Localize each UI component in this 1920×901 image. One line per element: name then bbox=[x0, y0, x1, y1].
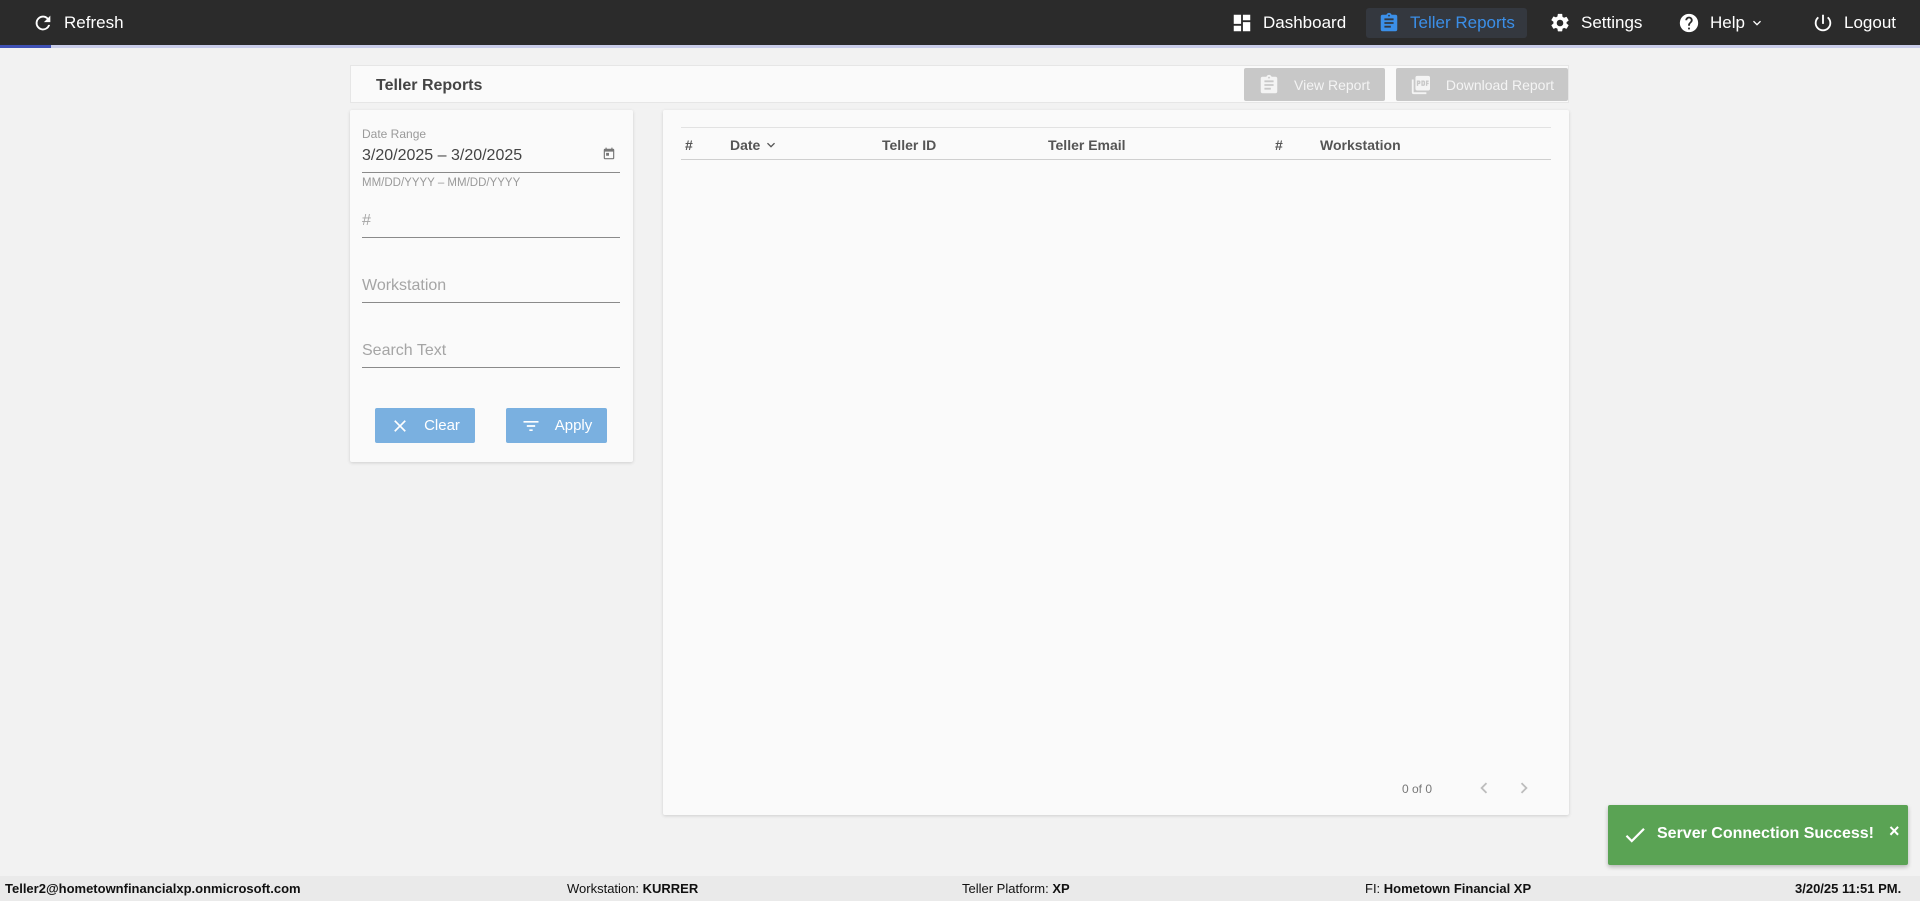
status-datetime-value: 3/20/25 11:51 PM. bbox=[1795, 881, 1902, 896]
filter-icon bbox=[523, 420, 539, 431]
date-range-underline bbox=[362, 172, 620, 173]
dashboard-icon bbox=[1233, 14, 1251, 32]
page-title: Teller Reports bbox=[376, 77, 483, 94]
nav-settings-label: Settings bbox=[1581, 13, 1643, 32]
status-user-value: Teller2@hometownfinancialxp.onmicrosoft.… bbox=[5, 881, 301, 896]
download-report-label: Download Report bbox=[1445, 76, 1554, 93]
column-header-workstation[interactable]: Workstation bbox=[1320, 137, 1401, 153]
clear-button[interactable]: Clear bbox=[375, 408, 475, 443]
status-workstation: Workstation: KURRER bbox=[567, 881, 698, 896]
refresh-button[interactable]: Refresh bbox=[20, 8, 136, 38]
status-fi-label: FI: bbox=[1365, 881, 1384, 896]
column-header-teller-email-label: Teller Email bbox=[1048, 137, 1126, 153]
workstation-underline bbox=[362, 302, 620, 303]
column-header-workstation-label: Workstation bbox=[1320, 137, 1401, 153]
workstation-input[interactable]: Workstation bbox=[362, 277, 446, 295]
reports-table-panel: # Date Teller ID Teller Email # Workstat… bbox=[663, 110, 1569, 815]
view-report-button[interactable]: View Report bbox=[1244, 68, 1385, 101]
status-fi: FI: Hometown Financial XP bbox=[1365, 881, 1531, 896]
status-workstation-value: KURRER bbox=[642, 881, 699, 896]
success-toast: Server Connection Success! × bbox=[1608, 805, 1908, 865]
column-header-number-2[interactable]: # bbox=[1275, 137, 1283, 153]
apply-button[interactable]: Apply bbox=[506, 408, 607, 443]
sort-desc-icon bbox=[767, 142, 776, 148]
status-platform: Teller Platform: XP bbox=[962, 881, 1070, 896]
column-header-number[interactable]: # bbox=[685, 137, 693, 153]
search-text-input[interactable]: Search Text bbox=[362, 342, 446, 360]
column-header-number-2-label: # bbox=[1275, 137, 1283, 153]
nav-logout-label: Logout bbox=[1844, 13, 1896, 32]
toast-close-button[interactable]: × bbox=[1889, 822, 1900, 840]
filter-panel: Date Range 3/20/2025 – 3/20/2025 MM/DD/Y… bbox=[350, 110, 633, 462]
status-datetime: 3/20/25 11:51 PM. bbox=[1795, 881, 1901, 896]
calendar-icon[interactable] bbox=[602, 147, 616, 161]
date-range-label: Date Range bbox=[362, 127, 427, 141]
paginator-range: 0 of 0 bbox=[1402, 782, 1433, 796]
chevron-down-icon bbox=[1752, 20, 1761, 26]
gear-icon bbox=[1551, 13, 1569, 32]
download-report-button[interactable]: Download Report bbox=[1396, 68, 1568, 101]
help-icon bbox=[1679, 13, 1699, 33]
view-report-label: View Report bbox=[1294, 76, 1371, 93]
clipboard-icon bbox=[1260, 74, 1278, 93]
column-header-teller-email[interactable]: Teller Email bbox=[1048, 137, 1126, 153]
status-user: Teller2@hometownfinancialxp.onmicrosoft.… bbox=[5, 881, 301, 896]
refresh-label: Refresh bbox=[64, 13, 124, 32]
toast-message: Server Connection Success! bbox=[1657, 825, 1874, 842]
table-header: # Date Teller ID Teller Email # Workstat… bbox=[681, 127, 1551, 160]
column-header-teller-id-label: Teller ID bbox=[882, 137, 937, 153]
nav-teller-reports[interactable]: Teller Reports bbox=[1366, 8, 1527, 38]
nav-dashboard[interactable]: Dashboard bbox=[1219, 8, 1358, 38]
column-header-date-label: Date bbox=[730, 137, 761, 153]
power-icon bbox=[1814, 14, 1832, 32]
number-underline bbox=[362, 237, 620, 238]
chevron-left-icon bbox=[1480, 782, 1488, 794]
date-range-input[interactable]: 3/20/2025 – 3/20/2025 bbox=[362, 147, 522, 165]
status-workstation-label: Workstation: bbox=[567, 881, 643, 896]
column-header-date[interactable]: Date bbox=[730, 137, 779, 153]
close-icon bbox=[394, 419, 406, 432]
clipboard-icon bbox=[1380, 12, 1398, 32]
status-bar: Teller2@hometownfinancialxp.onmicrosoft.… bbox=[0, 876, 1920, 901]
clear-label: Clear bbox=[424, 417, 460, 434]
nav-help-label: Help bbox=[1710, 13, 1745, 32]
column-header-number-label: # bbox=[685, 137, 693, 153]
nav-dashboard-label: Dashboard bbox=[1263, 13, 1347, 32]
column-header-teller-id[interactable]: Teller ID bbox=[882, 137, 936, 153]
status-platform-value: XP bbox=[1052, 881, 1070, 896]
page-header: Teller Reports View Report Download Repo… bbox=[350, 65, 1569, 103]
chevron-right-icon bbox=[1520, 782, 1528, 794]
apply-label: Apply bbox=[554, 417, 593, 434]
nav-logout[interactable]: Logout bbox=[1800, 8, 1908, 38]
search-text-underline bbox=[362, 367, 620, 368]
status-fi-value: Hometown Financial XP bbox=[1383, 881, 1532, 896]
check-icon bbox=[1622, 822, 1648, 848]
loading-progress-bar bbox=[0, 45, 1920, 48]
top-navbar: Refresh Dashboard Teller Reports Setting… bbox=[0, 0, 1920, 45]
refresh-icon bbox=[35, 15, 51, 31]
nav-teller-reports-label: Teller Reports bbox=[1410, 13, 1515, 32]
nav-settings[interactable]: Settings bbox=[1537, 8, 1654, 38]
number-input[interactable]: # bbox=[362, 212, 371, 230]
status-platform-label: Teller Platform: bbox=[962, 881, 1053, 896]
next-page-button[interactable] bbox=[1510, 774, 1538, 802]
nav-help[interactable]: Help bbox=[1666, 8, 1777, 38]
loading-progress-fill bbox=[0, 45, 51, 48]
pdf-icon bbox=[1411, 75, 1431, 94]
date-range-hint: MM/DD/YYYY – MM/DD/YYYY bbox=[362, 177, 521, 189]
previous-page-button[interactable] bbox=[1470, 774, 1498, 802]
